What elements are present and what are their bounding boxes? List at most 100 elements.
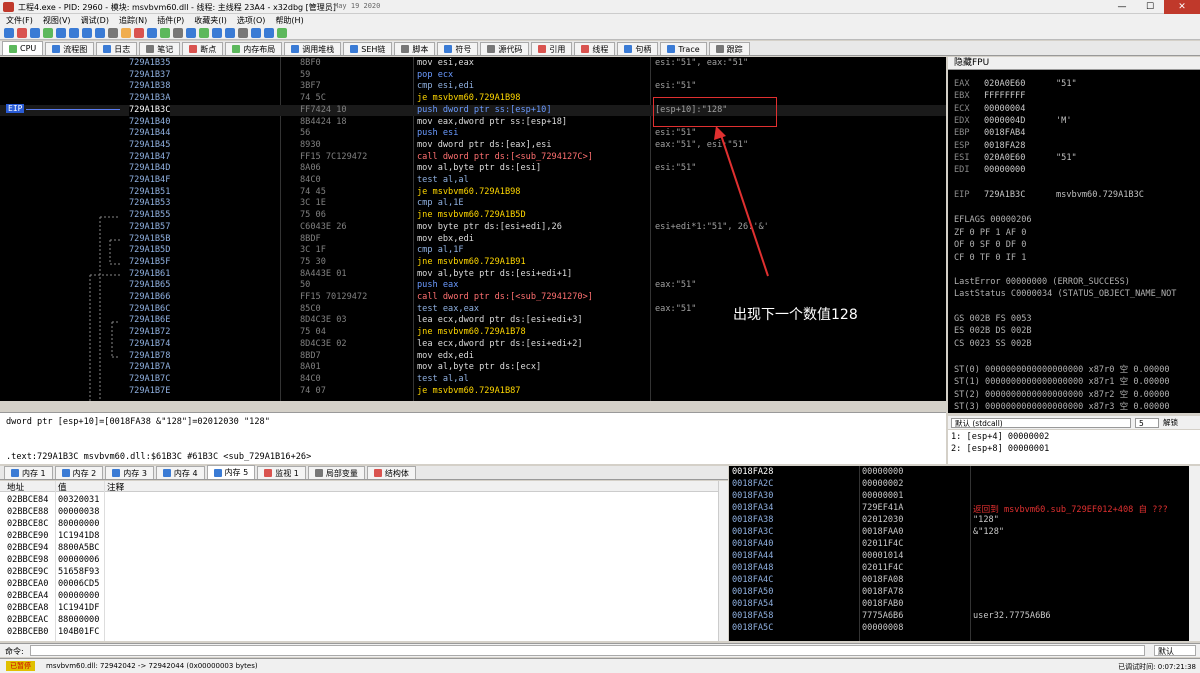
disasm-row[interactable]: 729A1B55 75 06 jne msvbvm60.729A1B5D (0, 210, 946, 222)
toolbar-icon[interactable] (134, 27, 144, 38)
hide-fpu-toggle[interactable]: 隐藏FPU (948, 57, 1200, 70)
toolbar-icon[interactable] (108, 27, 118, 38)
stack-row[interactable]: 0018FA28 00000000 (729, 467, 1189, 479)
disasm-row[interactable]: 729A1B57 C6043E 26 mov byte ptr ds:[esi+ed… (0, 222, 946, 234)
disasm-row[interactable]: 729A1B3A 74 5C je msvbvm60.729A1B98 (0, 93, 946, 105)
toolbar-icon[interactable] (264, 27, 274, 38)
register-row[interactable]: ESI 020A0E60 "51" (954, 153, 1077, 163)
disasm-row[interactable]: 729A1B53 3C 1E cmp al,1E (0, 198, 946, 210)
register-row[interactable]: ECX 00000004 (954, 104, 1056, 114)
stack-row[interactable]: 0018FA54 0018FAB0 (729, 599, 1189, 611)
disasm-row[interactable]: 729A1B44 56 push esi esi:"51" (0, 128, 946, 140)
disasm-row[interactable]: 729A1B72 75 04 jne msvbvm60.729A1B78 (0, 327, 946, 339)
stack-row[interactable]: 0018FA34 729EF41A 返回到 msvbvm60.sub_729EF01… (729, 503, 1189, 515)
dump-tab-0[interactable]: 内存 1 (4, 466, 53, 479)
register-row[interactable]: ESP 0018FA28 (954, 141, 1056, 151)
command-mode-select[interactable]: 默认 (1154, 645, 1196, 656)
toolbar-icon[interactable] (277, 27, 287, 38)
toolbar-icon[interactable] (186, 27, 196, 38)
disassembly-view[interactable]: 729A1B35 8BF0 mov esi,eax esi:"51", eax:"51… (0, 57, 946, 401)
menu-item[interactable]: 文件(F) (6, 15, 33, 26)
toolbar-icon[interactable] (17, 27, 27, 38)
tab-4[interactable]: 断点 (182, 42, 224, 55)
tab-8[interactable]: 脚本 (394, 42, 436, 55)
disasm-row[interactable]: 729A1B35 8BF0 mov esi,eax esi:"51", eax:"51… (0, 58, 946, 70)
stack-row[interactable]: 0018FA4C 0018FA08 (729, 575, 1189, 587)
toolbar-icon[interactable] (69, 27, 79, 38)
maximize-button[interactable]: ☐ (1136, 0, 1164, 14)
stack-row[interactable]: 0018FA40 02011F4C (729, 539, 1189, 551)
call-convention-select[interactable]: 默认 (stdcall) (951, 417, 1131, 428)
toolbar-icon[interactable] (225, 27, 235, 38)
disasm-row[interactable]: 729A1B51 74 45 je msvbvm60.729A1B98 (0, 187, 946, 199)
disasm-row[interactable]: 729A1B7C 84C0 test al,al (0, 374, 946, 386)
tab-11[interactable]: 引用 (531, 42, 573, 55)
tab-12[interactable]: 线程 (574, 42, 616, 55)
register-value[interactable]: 00000000 (984, 165, 1056, 175)
toolbar-icon[interactable] (43, 27, 53, 38)
stack-row[interactable]: 0018FA50 0018FA78 (729, 587, 1189, 599)
tab-10[interactable]: 源代码 (480, 42, 530, 55)
tab-5[interactable]: 内存布局 (225, 42, 283, 55)
register-row[interactable]: EDI 00000000 (954, 165, 1056, 175)
disasm-row[interactable]: 729A1B40 8B4424 18 mov eax,dword ptr ss:[e… (0, 117, 946, 129)
disasm-row[interactable]: 729A1B38 3BF7 cmp esi,edi esi:"51" (0, 81, 946, 93)
unlock-checkbox[interactable]: 解锁 (1163, 417, 1178, 428)
dump-scrollbar[interactable] (718, 481, 728, 641)
stack-row[interactable]: 0018FA58 7775A6B6 user32.7775A6B6 (729, 611, 1189, 623)
disasm-row[interactable]: 729A1B4F 84C0 test al,al (0, 175, 946, 187)
stack-row[interactable]: 0018FA44 00001014 (729, 551, 1189, 563)
disasm-row[interactable]: 729A1B74 8D4C3E 02 lea ecx,dword ptr ds:[e… (0, 339, 946, 351)
disasm-row[interactable]: 729A1B3C FF7424 10 push dword ptr ss:[esp+… (0, 104, 946, 117)
toolbar-icon[interactable] (56, 27, 66, 38)
arg-count-select[interactable]: 5 (1135, 417, 1159, 428)
register-value[interactable]: 0018FA28 (984, 141, 1056, 151)
dump-tab-3[interactable]: 内存 4 (155, 466, 205, 479)
register-row-eip[interactable]: EIP 729A1B3C msvbvm60.729A1B3C (954, 190, 1144, 200)
register-value[interactable]: FFFFFFFF (984, 91, 1056, 101)
toolbar-icon[interactable] (82, 27, 92, 38)
toolbar-icon[interactable] (4, 27, 14, 38)
disasm-row[interactable]: 729A1B78 8BD7 mov edx,edi (0, 351, 946, 363)
disasm-row[interactable]: 729A1B5D 3C 1F cmp al,1F (0, 245, 946, 257)
flags-row[interactable]: CF 0 TF 0 IF 1 (954, 253, 1026, 263)
register-value[interactable]: 729A1B3C (984, 190, 1056, 200)
register-value[interactable]: 0018FAB4 (984, 128, 1056, 138)
disasm-row[interactable]: 729A1B4D 8A06 mov al,byte ptr ds:[esi] esi:… (0, 163, 946, 175)
disasm-row[interactable]: 729A1B7E 74 07 je msvbvm60.729A1B87 (0, 386, 946, 398)
toolbar-icon[interactable] (199, 27, 209, 38)
stack-scrollbar[interactable] (1189, 466, 1200, 641)
stack-row[interactable]: 0018FA3C 0018FAA0 &"128" (729, 527, 1189, 539)
stack-row[interactable]: 0018FA30 00000001 (729, 491, 1189, 503)
stack-row[interactable]: 0018FA38 02012030 "128" (729, 515, 1189, 527)
dump-tab-2[interactable]: 内存 3 (105, 466, 154, 479)
menu-item[interactable]: 插件(P) (157, 15, 184, 26)
register-value[interactable]: 0000004D (984, 116, 1056, 126)
menu-item[interactable]: 视图(V) (43, 15, 71, 26)
toolbar-icon[interactable] (95, 27, 105, 38)
register-value[interactable]: 00000004 (984, 104, 1056, 114)
toolbar-icon[interactable] (251, 27, 261, 38)
registers-panel[interactable]: 隐藏FPU EAX 020A0E60 "51" EBX FFFFFFFF ECX 00000… (948, 57, 1200, 413)
menu-item[interactable]: 收藏夹(I) (194, 15, 227, 26)
tab-2[interactable]: 日志 (96, 42, 138, 55)
disasm-row[interactable]: 729A1B47 FF15 7C129472 call dword ptr ds:[… (0, 152, 946, 164)
disasm-row[interactable]: 729A1B66 FF15 70129472 call dword ptr ds:[… (0, 292, 946, 304)
dump-tab-6[interactable]: 局部变量 (307, 466, 365, 479)
flags-row[interactable]: ZF 0 PF 1 AF 0 (954, 228, 1026, 238)
register-value[interactable]: 020A0E60 (984, 79, 1056, 89)
tab-1[interactable]: 流程图 (45, 42, 95, 55)
stack-view[interactable]: 0018FA28 00000000 0018FA2C 00000002 0018FA30… (729, 466, 1189, 641)
tab-15[interactable]: 跟踪 (708, 42, 750, 55)
stack-row[interactable]: 0018FA2C 00000002 (729, 479, 1189, 491)
stack-row[interactable]: 0018FA48 02011F4C (729, 563, 1189, 575)
disasm-row[interactable]: 729A1B61 8A443E 01 mov al,byte ptr ds:[esi… (0, 269, 946, 281)
tab-13[interactable]: 句柄 (617, 42, 659, 55)
register-row[interactable]: EBX FFFFFFFF (954, 91, 1056, 101)
menu-item[interactable]: 调试(D) (81, 15, 109, 26)
dump-tab-1[interactable]: 内存 2 (54, 466, 104, 479)
tab-14[interactable]: Trace (660, 42, 707, 55)
menu-item[interactable]: 帮助(H) (275, 15, 303, 26)
toolbar-icon[interactable] (147, 27, 157, 38)
minimize-button[interactable]: — (1108, 0, 1136, 14)
